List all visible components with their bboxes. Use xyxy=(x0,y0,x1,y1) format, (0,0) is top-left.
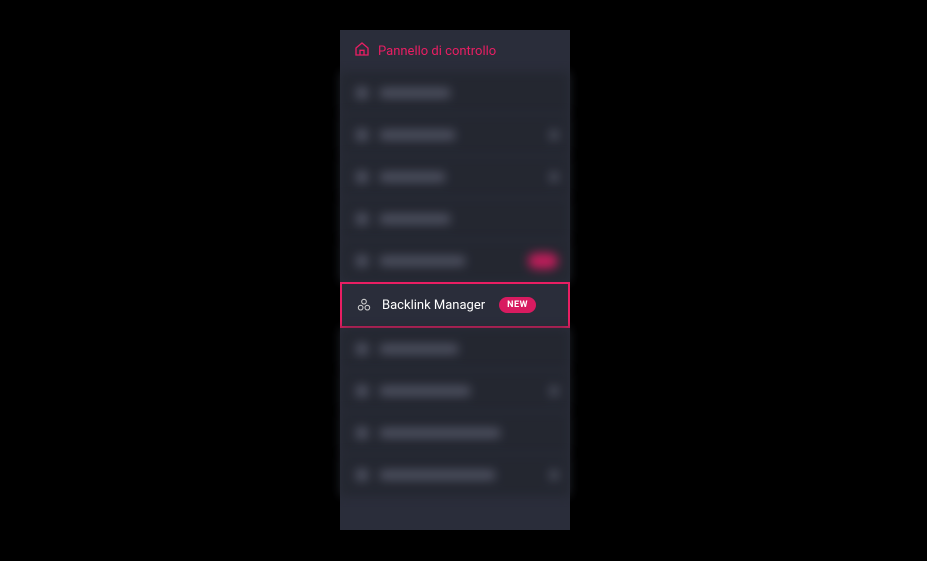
sidebar-item-blurred[interactable] xyxy=(340,240,570,282)
sidebar-item-label xyxy=(380,470,495,480)
new-badge xyxy=(528,253,558,269)
sidebar-item-label xyxy=(380,214,450,224)
generic-icon xyxy=(354,253,370,269)
generic-icon xyxy=(354,169,370,185)
sidebar-item-label xyxy=(380,386,470,396)
sidebar-item-blurred[interactable] xyxy=(340,198,570,240)
sidebar-item-blurred[interactable] xyxy=(340,156,570,198)
sidebar-item-label xyxy=(380,130,455,140)
chevron-icon xyxy=(550,386,558,396)
sidebar-home-label: Pannello di controllo xyxy=(378,44,496,59)
sidebar-item-label xyxy=(380,172,445,182)
generic-icon xyxy=(354,211,370,227)
sidebar-item-blurred[interactable] xyxy=(340,370,570,412)
sidebar-item-blurred[interactable] xyxy=(340,114,570,156)
link-chain-icon xyxy=(356,297,372,313)
home-icon xyxy=(354,41,370,61)
generic-icon xyxy=(354,127,370,143)
generic-icon xyxy=(354,467,370,483)
sidebar-item-label xyxy=(380,344,458,354)
sidebar-navigation: Pannello di controllo Backlink Manager N… xyxy=(340,30,570,530)
sidebar-item-label xyxy=(380,428,500,438)
generic-icon xyxy=(354,425,370,441)
sidebar-item-label xyxy=(380,256,465,266)
sidebar-item-blurred[interactable] xyxy=(340,412,570,454)
chevron-icon xyxy=(550,470,558,480)
sidebar-item-blurred[interactable] xyxy=(340,454,570,496)
sidebar-item-backlink-manager[interactable]: Backlink Manager NEW xyxy=(340,282,570,328)
sidebar-home-link[interactable]: Pannello di controllo xyxy=(340,30,570,72)
generic-icon xyxy=(354,341,370,357)
sidebar-item-blurred[interactable] xyxy=(340,72,570,114)
sidebar-item-label: Backlink Manager xyxy=(382,298,485,313)
sidebar-item-label xyxy=(380,88,450,98)
chevron-icon xyxy=(550,130,558,140)
generic-icon xyxy=(354,85,370,101)
generic-icon xyxy=(354,383,370,399)
new-badge: NEW xyxy=(499,297,536,313)
chevron-icon xyxy=(550,172,558,182)
sidebar-item-blurred[interactable] xyxy=(340,328,570,370)
